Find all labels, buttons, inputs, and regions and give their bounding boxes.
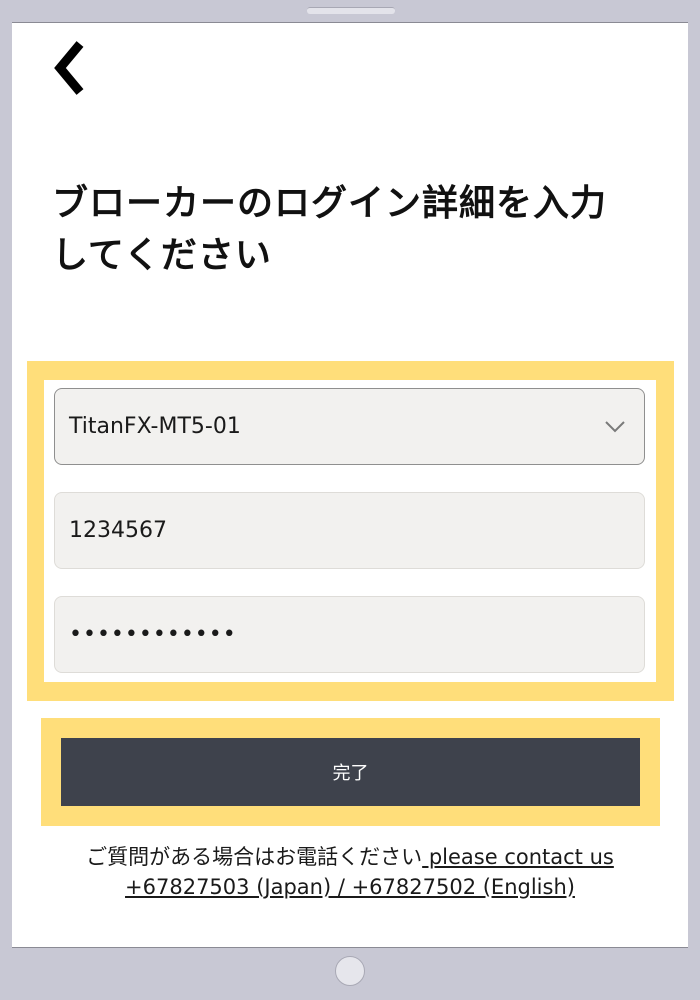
account-number-input[interactable]: 1234567 xyxy=(54,492,645,569)
account-number-value: 1234567 xyxy=(69,518,167,543)
help-text: ご質問がある場合はお電話ください please contact us +6782… xyxy=(70,842,630,902)
password-value: •••••••••••• xyxy=(69,622,237,647)
page-title: ブローカーのログイン詳細を入力してください xyxy=(52,183,608,276)
server-select-value: TitanFX-MT5-01 xyxy=(69,414,241,439)
chevron-down-icon xyxy=(605,420,625,432)
speaker-slot xyxy=(307,7,395,14)
server-select[interactable]: TitanFX-MT5-01 xyxy=(54,388,645,465)
home-button[interactable] xyxy=(335,956,365,986)
complete-button[interactable]: 完了 xyxy=(61,738,640,806)
password-input[interactable]: •••••••••••• xyxy=(54,596,645,673)
chevron-left-icon[interactable] xyxy=(50,38,90,98)
help-message: ご質問がある場合はお電話ください xyxy=(86,845,423,869)
